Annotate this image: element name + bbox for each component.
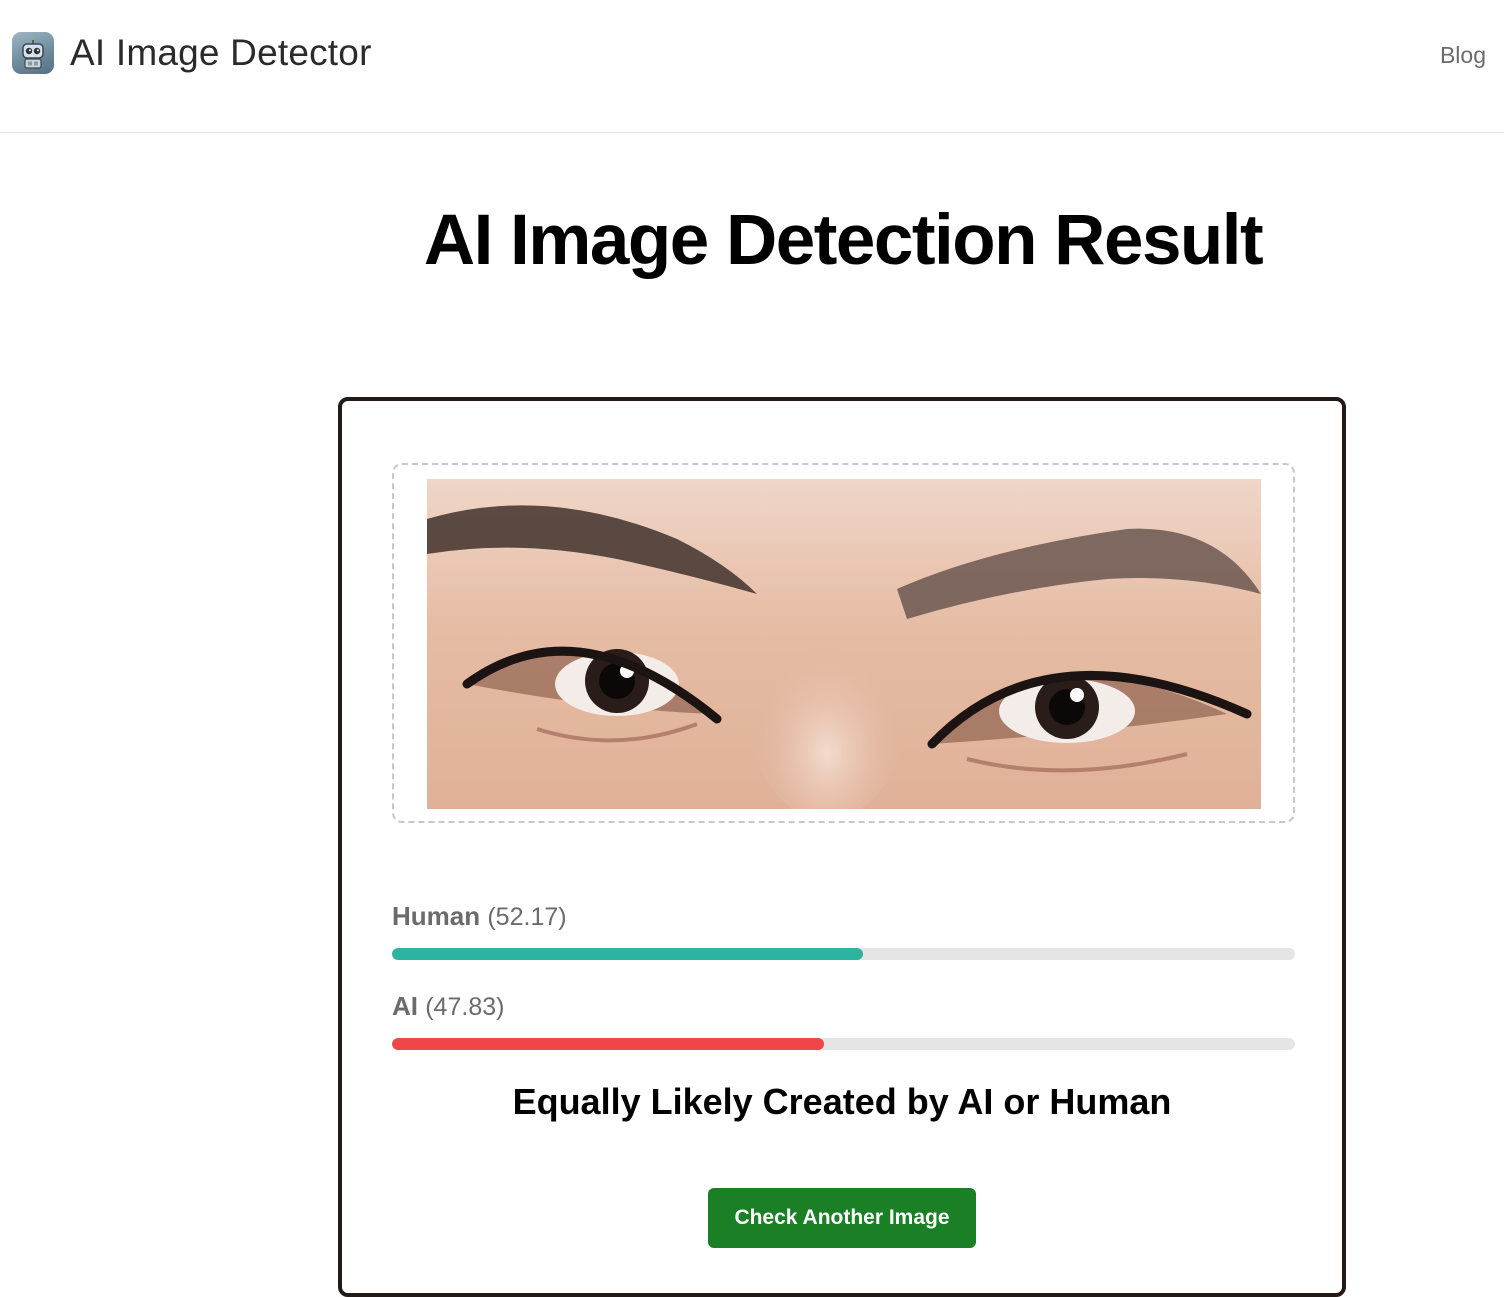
- verdict-text: Equally Likely Created by AI or Human: [512, 1081, 1172, 1122]
- image-dropzone[interactable]: [392, 463, 1295, 823]
- brand-name: AI Image Detector: [70, 32, 372, 73]
- ai-score-label: AI (47.83): [392, 991, 504, 1022]
- human-score-bar: [392, 948, 1295, 960]
- check-another-image-button[interactable]: Check Another Image: [708, 1188, 976, 1248]
- top-navbar: AI Image Detector Blog: [0, 0, 1504, 133]
- nav-link-blog[interactable]: Blog: [1440, 42, 1486, 69]
- robot-icon: [12, 32, 54, 74]
- ai-score-value: (47.83): [425, 993, 505, 1021]
- ai-label-text: AI: [392, 991, 418, 1021]
- uploaded-image-preview: [427, 479, 1261, 809]
- result-card: Human (52.17) AI (47.83) Equally Likely …: [338, 397, 1346, 1297]
- ai-score-bar: [392, 1038, 1295, 1050]
- human-label-text: Human: [392, 901, 481, 931]
- brand-link[interactable]: AI Image Detector: [12, 32, 372, 74]
- ai-score-fill: [392, 1038, 824, 1050]
- human-score-value: (52.17): [487, 903, 567, 931]
- human-score-fill: [392, 948, 864, 960]
- page-title: AI Image Detection Result: [423, 201, 1264, 280]
- human-score-label: Human (52.17): [392, 901, 567, 932]
